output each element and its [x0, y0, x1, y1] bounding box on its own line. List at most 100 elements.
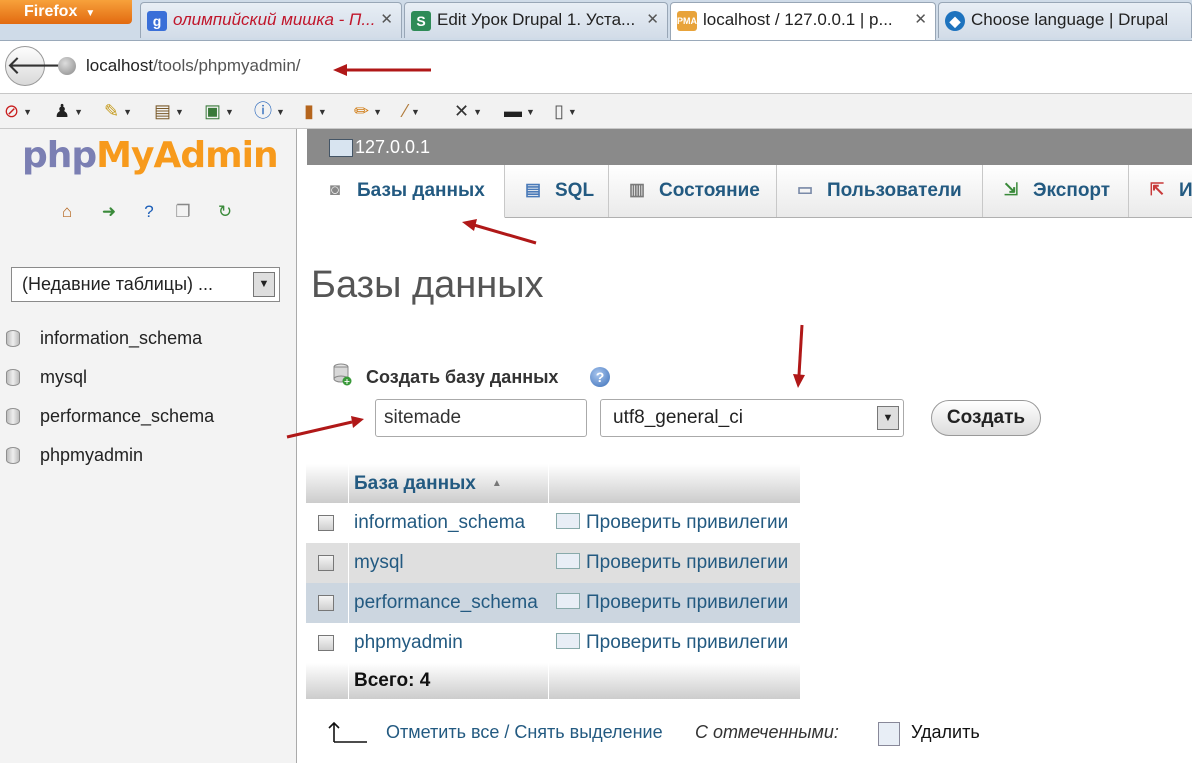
browser-tab-google[interactable]: g олимпийский мишка - П... ✕	[140, 2, 402, 38]
tab-label: Пользователи	[827, 180, 962, 201]
user-icon[interactable]: ♟ ▼	[54, 100, 83, 122]
google-icon: g	[147, 11, 167, 31]
image-icon[interactable]: ▣ ▼	[204, 100, 234, 122]
database-link[interactable]: performance_schema	[354, 583, 548, 623]
sidebar-db-label: mysql	[40, 367, 88, 387]
pencil-icon[interactable]: ✏ ▼	[354, 100, 382, 122]
delete-button[interactable]: Удалить	[911, 716, 980, 748]
row-checkbox[interactable]	[318, 595, 334, 611]
footer-cell	[306, 663, 349, 699]
row-checkbox[interactable]	[318, 555, 334, 571]
disable-icon[interactable]: ⊘ ▼	[4, 100, 32, 122]
tools-icon[interactable]: ✕ ▼	[454, 100, 482, 122]
column-header-database[interactable]: База данных ▲	[354, 464, 548, 503]
row-checkbox-cell	[306, 543, 349, 583]
home-icon[interactable]: ⌂	[56, 201, 78, 223]
check-privileges-label: Проверить привилегии	[586, 512, 789, 533]
check-privileges-label: Проверить привилегии	[586, 592, 789, 613]
select-all-link[interactable]: Отметить все / Снять выделение	[386, 716, 663, 748]
tab-databases[interactable]: ◙ Базы данных	[307, 165, 505, 218]
firefox-menu-button[interactable]: Firefox ▼	[0, 0, 132, 24]
help-icon[interactable]: ?	[590, 367, 610, 387]
check-privileges-link[interactable]: Проверить привилегии	[556, 583, 788, 623]
sidebar-db-label: information_schema	[40, 328, 203, 348]
row-checkbox[interactable]	[318, 635, 334, 651]
console-icon[interactable]: ▬ ▼	[504, 100, 535, 122]
browser-tab-phpmyadmin[interactable]: PMA localhost / 127.0.0.1 | p... ✕	[670, 2, 936, 40]
tab-sql[interactable]: ▤ SQL	[505, 165, 609, 217]
close-icon[interactable]: ✕	[646, 3, 659, 37]
browser-tab-label: localhost / 127.0.0.1 | p...	[703, 10, 893, 29]
tab-label: Экспорт	[1033, 180, 1111, 201]
browser-tab-label: Edit Урок Drupal 1. Уста...	[437, 10, 636, 29]
resize-icon[interactable]: ▯ ▼	[554, 100, 577, 122]
recent-tables-select[interactable]: (Недавние таблицы) ... ▼	[11, 267, 280, 302]
tab-status[interactable]: ▥ Состояние	[609, 165, 777, 217]
privileges-icon	[556, 632, 580, 649]
browser-tab-choose-language[interactable]: ◆ Choose language | Drupal	[938, 2, 1192, 38]
drupal-icon: ◆	[945, 11, 965, 31]
database-name-input[interactable]: sitemade	[375, 399, 587, 437]
clipboard-icon[interactable]: ▤ ▼	[154, 100, 184, 122]
browser-tab-label: Choose language | Drupal	[971, 10, 1167, 29]
sidebar-db-label: phpmyadmin	[40, 445, 144, 465]
collation-value: utf8_general_ci	[613, 407, 743, 428]
help-icon[interactable]: ?	[138, 201, 160, 223]
arrow-up-left-icon	[328, 721, 367, 743]
info-icon[interactable]: ⓘ ▼	[254, 100, 285, 122]
book-icon[interactable]: ▮ ▼	[304, 100, 327, 122]
url-host: localhost	[86, 56, 154, 75]
tab-import[interactable]: ⇱ И	[1129, 165, 1192, 217]
row-checkbox-cell	[306, 583, 349, 623]
table-row: phpmyadmin Проверить привилегии	[306, 623, 800, 663]
export-icon: ⇲	[1003, 180, 1019, 199]
table-row: mysql Проверить привилегии	[306, 543, 800, 583]
server-icon	[329, 139, 353, 157]
url-path: /tools/phpmyadmin/	[153, 56, 301, 75]
main-tabs: ◙ Базы данных ▤ SQL ▥ Состояние ▭ Пользовате…	[307, 165, 1192, 218]
database-link[interactable]: information_schema	[354, 503, 548, 543]
close-icon[interactable]: ✕	[380, 3, 393, 37]
reload-icon[interactable]: ↻	[214, 201, 236, 223]
docs-icon[interactable]: ❐	[172, 201, 194, 223]
check-privileges-link[interactable]: Проверить привилегии	[556, 503, 788, 543]
check-privileges-link[interactable]: Проверить привилегии	[556, 623, 788, 663]
back-button[interactable]: 🡐	[5, 46, 76, 86]
phpmyadmin-logo[interactable]: phpMyAdmin	[22, 135, 279, 176]
privileges-icon	[556, 512, 580, 529]
globe-icon	[58, 57, 76, 75]
tab-export[interactable]: ⇲ Экспорт	[983, 165, 1129, 217]
column-divider	[548, 464, 549, 503]
logo-php: php	[22, 135, 97, 176]
check-privileges-label: Проверить привилегии	[586, 552, 789, 573]
recent-tables-value: (Недавние таблицы) ...	[22, 274, 214, 294]
browser-tab-drupal-edit[interactable]: S Edit Урок Drupal 1. Уста... ✕	[404, 2, 668, 38]
create-button[interactable]: Создать	[931, 400, 1041, 436]
logout-icon[interactable]: ➜	[98, 201, 120, 223]
database-link[interactable]: mysql	[354, 543, 548, 583]
collation-select[interactable]: utf8_general_ci ▼	[600, 399, 904, 437]
database-link[interactable]: phpmyadmin	[354, 623, 548, 663]
tab-label: Базы данных	[357, 180, 485, 201]
sidebar-db-information-schema[interactable]: information_schema	[0, 323, 290, 353]
with-selected-label: С отмеченными:	[695, 722, 839, 742]
sidebar-db-performance-schema[interactable]: performance_schema	[0, 401, 290, 431]
sidebar-db-phpmyadmin[interactable]: phpmyadmin	[0, 440, 290, 470]
close-icon[interactable]: ✕	[914, 3, 927, 37]
check-privileges-link[interactable]: Проверить привилегии	[556, 543, 788, 583]
table-footer-row: Всего: 4	[306, 663, 800, 699]
privileges-icon	[556, 552, 580, 569]
wand-icon[interactable]: ✎ ▼	[104, 100, 132, 122]
sidebar-db-mysql[interactable]: mysql	[0, 362, 290, 392]
delete-icon[interactable]	[878, 722, 900, 746]
table-header-checkbox-cell	[306, 464, 349, 503]
sql-icon: ▤	[524, 180, 542, 199]
url-bar[interactable]: localhost/tools/phpmyadmin/	[86, 56, 301, 76]
navigation-bar: 🡐 localhost/tools/phpmyadmin/	[0, 41, 1192, 94]
check-privileges-label: Проверить привилегии	[586, 632, 789, 653]
ruler-icon[interactable]: ⁄ ▼	[404, 100, 420, 122]
tab-users[interactable]: ▭ Пользователи	[777, 165, 983, 217]
row-checkbox[interactable]	[318, 515, 334, 531]
server-label[interactable]: 127.0.0.1	[355, 129, 430, 165]
chevron-down-icon: ▼	[85, 8, 96, 19]
